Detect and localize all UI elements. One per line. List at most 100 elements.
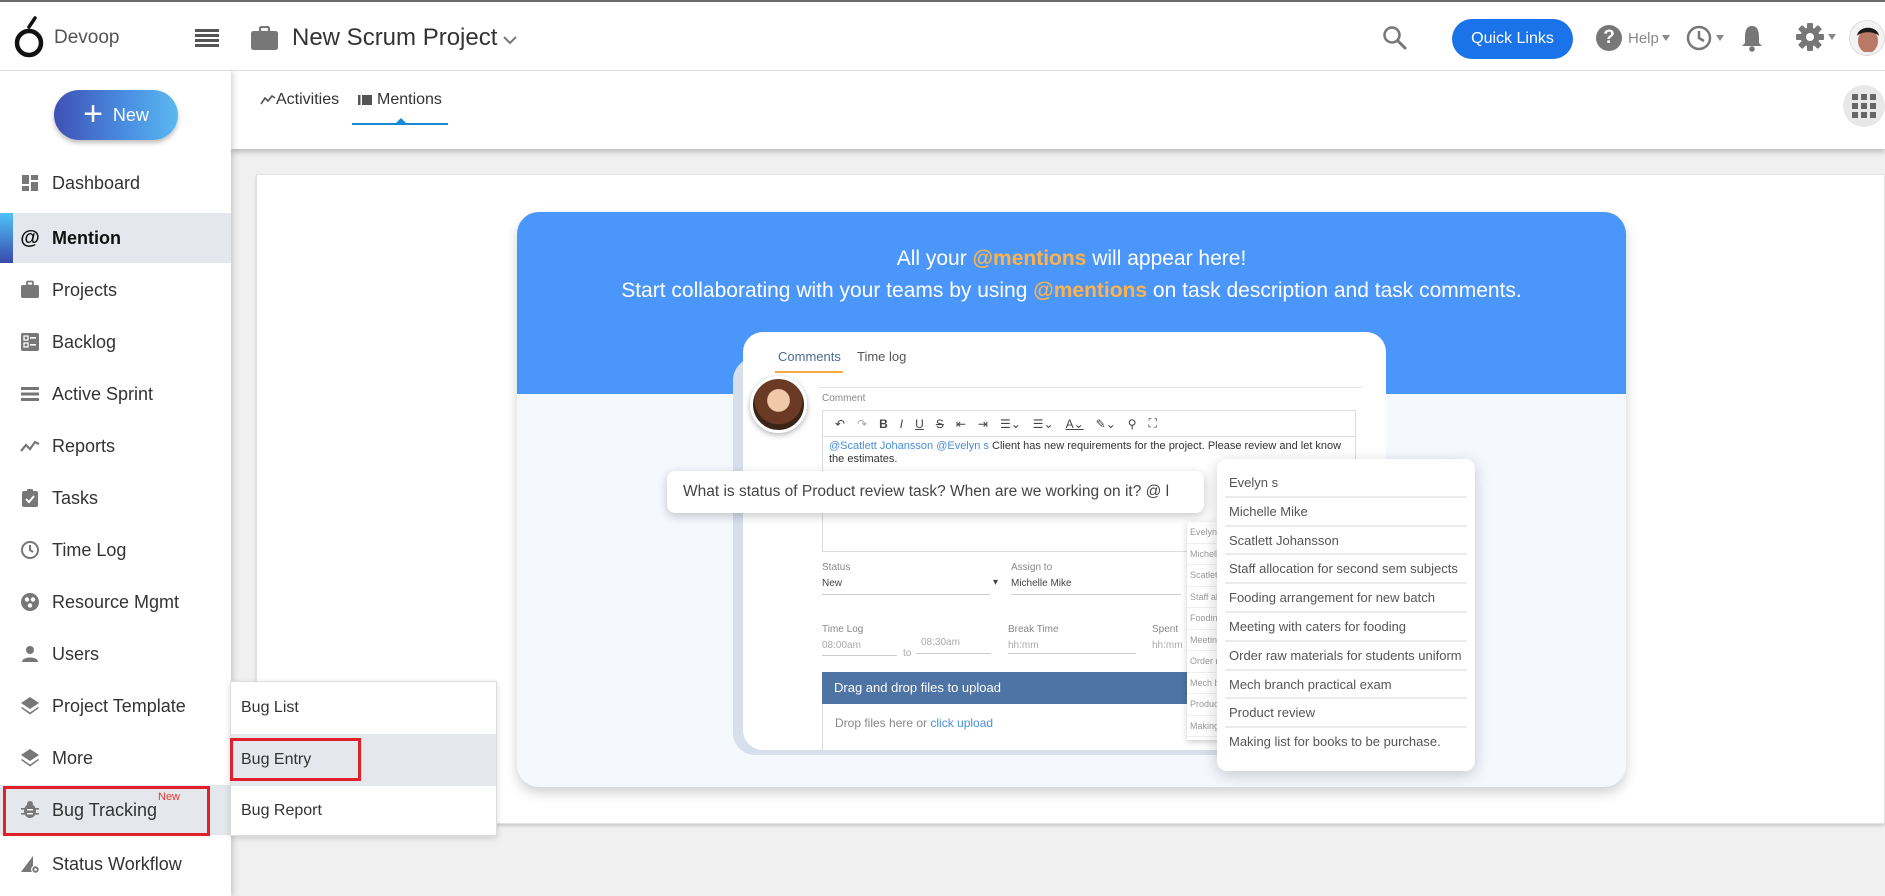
help-menu[interactable]: ? Help [1596,24,1670,52]
sidebar-item-backlog[interactable]: Backlog [0,317,231,367]
mock-spent-label: Spent [1152,624,1179,635]
sidebar: + New Dashboard @ Mention Projects Backl… [0,71,231,896]
submenu-item-bug-entry[interactable]: Bug Entry [231,734,496,786]
mention-suggestion-item: Evelyn s [1225,469,1467,498]
mock-tab-timelog: Time log [857,349,907,364]
mentions-icon [358,95,372,105]
top-header: Devoop New Scrum Project Quick Links ? H… [0,0,1885,71]
quick-links-button[interactable]: Quick Links [1452,19,1573,59]
plus-icon: + [83,94,103,133]
user-photo-icon [1850,21,1884,55]
mock-mention-link: @Evelyn s [936,440,989,452]
clock-icon [1686,25,1712,51]
sidebar-item-tasks[interactable]: Tasks [0,473,231,523]
sidebar-item-users[interactable]: Users [0,629,231,679]
clock-icon [21,541,39,559]
stamp-icon: ⚲ [1127,416,1137,431]
mock-dropzone-link: click upload [930,716,994,730]
bug-icon [21,801,39,818]
apps-grid-button[interactable] [1843,85,1885,127]
caret-down-icon [1828,34,1836,40]
sidebar-item-label: Tasks [52,487,99,508]
recent-history-menu[interactable] [1685,24,1724,52]
sidebar-item-bug-tracking[interactable]: Bug Tracking New [0,785,231,835]
activity-icon [260,94,276,105]
new-button-label: New [112,104,149,125]
layers-icon [21,697,39,715]
strikethrough-icon: S [935,416,944,431]
mock-field-underline [1008,653,1136,654]
undo-icon: ↶ [835,416,846,431]
sidebar-item-status-workflow[interactable]: Status Workflow [0,839,231,889]
sidebar-item-label: Status Workflow [52,853,182,874]
submenu-item-bug-report[interactable]: Bug Report [231,785,496,837]
mock-time-to: 08:30am [921,637,960,648]
apps-grid-icon [1852,94,1876,118]
mock-break-label: Break Time [1008,624,1059,635]
sidebar-item-label: Users [52,643,100,664]
sidebar-item-label: Resource Mgmt [52,591,180,612]
mock-comment-bubble: What is status of Product review task? W… [667,471,1204,513]
numbered-list-icon: ☰⌄ [999,416,1021,431]
tab-label: Activities [276,91,340,108]
sidebar-item-label: Bug Tracking New [52,791,180,821]
sidebar-item-more[interactable]: More [0,733,231,783]
at-sign-icon: @ [20,226,40,249]
mock-dropzone-body: Drop files here or click upload [822,704,1222,750]
mock-mention-suggestions: Evelyn s Michelle Mike Scatlett Johansson S… [1217,459,1475,771]
mock-field-underline [822,594,990,595]
banner-text: will appear here! [1086,247,1247,270]
settings-menu[interactable] [1795,22,1836,52]
sidebar-item-reports[interactable]: Reports [0,421,231,471]
dashboard-icon [22,175,38,191]
indent-icon: ⇥ [977,416,988,431]
mention-suggestion-item: Product review [1225,699,1467,729]
notification-bell-icon[interactable] [1740,23,1764,53]
sidebar-item-label: Dashboard [52,172,141,193]
sidebar-item-projects[interactable]: Projects [0,265,231,315]
banner-line-2: Start collaborating with your teams by u… [517,279,1626,303]
mention-suggestion-item: Making list for books to be purchase. [1229,734,1441,750]
search-icon[interactable] [1381,24,1409,52]
mock-dropzone-header: Drag and drop files to upload [822,672,1222,704]
mention-suggestion-item: Staff allocation for second sem subjects [1225,555,1467,585]
text-color-icon: A⌄ [1065,416,1084,431]
banner-text: Start collaborating with your teams by u… [621,279,1034,302]
bullet-list-icon: ☰⌄ [1032,416,1054,431]
tab-mentions[interactable]: Mentions [358,91,442,109]
mock-field-underline [916,653,991,654]
sidebar-item-time-log[interactable]: Time Log [0,525,231,575]
sidebar-item-label: Projects [52,279,118,300]
brand-name: Devoop [54,27,120,48]
devoop-logo-icon[interactable] [14,16,44,58]
submenu-item-bug-list[interactable]: Bug List [231,682,496,734]
sidebar-item-label: Mention [52,227,121,248]
sidebar-item-label: Reports [52,435,116,456]
sidebar-item-mention[interactable]: @ Mention [0,213,231,263]
mock-tab-underline [775,371,843,373]
fullscreen-icon: ⛶ [1148,416,1157,430]
sidebar-item-dashboard[interactable]: Dashboard [0,158,231,208]
list-icon [21,387,39,401]
project-title[interactable]: New Scrum Project [292,24,497,52]
sidebar-item-resource-mgmt[interactable]: Resource Mgmt [0,577,231,627]
mentions-banner: All your @mentions will appear here! Sta… [517,212,1626,787]
sidebar-item-active-sprint[interactable]: Active Sprint [0,369,231,419]
mock-editor-toolbar: ↶ ↷ B I U S ⇤ ⇥ ☰⌄ ☰⌄ A⌄ ✎⌄ ⚲ ⛶ [822,410,1356,437]
banner-line-1: All your @mentions will appear here! [517,247,1626,271]
tab-activities[interactable]: Activities [260,91,339,109]
new-badge: New [158,790,181,803]
chevron-down-icon[interactable] [502,34,518,46]
tab-bar: Activities Mentions [231,71,1885,149]
mock-status-value: New [822,578,843,589]
mention-suggestion-item: Mech branch practical exam [1225,671,1467,700]
user-avatar[interactable] [1849,20,1885,56]
mention-suggestion-item: Michelle Mike [1225,498,1467,527]
mention-highlight: @mentions [1033,279,1148,302]
caret-down-icon [1716,35,1724,41]
new-button[interactable]: + New [54,90,178,140]
mock-timelog-label: Time Log [822,624,864,635]
sidebar-item-label: Project Template [52,695,186,716]
menu-toggle-icon[interactable] [195,29,219,47]
sidebar-item-project-template[interactable]: Project Template [0,681,231,731]
